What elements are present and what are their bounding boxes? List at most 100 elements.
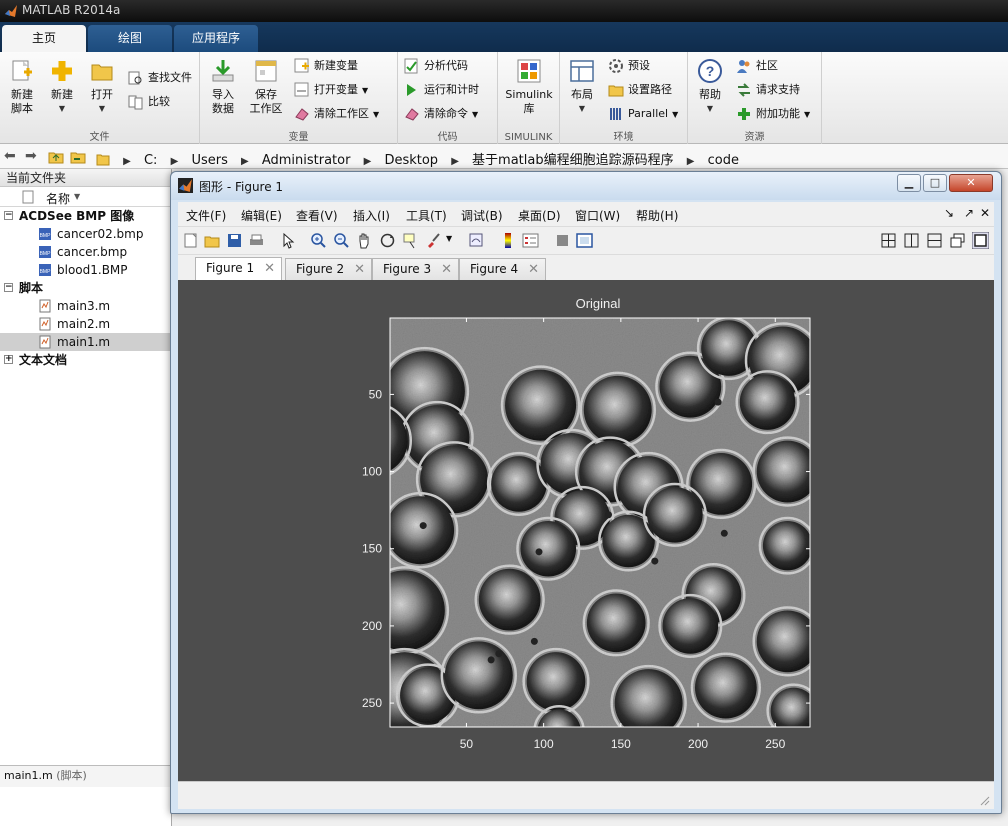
simulink-library-button[interactable]: Simulink 库 bbox=[504, 56, 554, 116]
breadcrumb-item[interactable]: Desktop bbox=[384, 153, 438, 168]
maximize-button[interactable]: □ bbox=[923, 174, 947, 192]
zoom-in-icon[interactable] bbox=[310, 232, 327, 249]
close-tab-icon[interactable]: ✕ bbox=[441, 259, 452, 280]
image-axes[interactable]: Original 50 100 150 200 250 50 100 150 200 250 bbox=[178, 280, 994, 781]
close-tab-icon[interactable]: ✕ bbox=[528, 259, 539, 280]
pointer-icon[interactable] bbox=[280, 232, 297, 249]
tile-columns-icon[interactable] bbox=[903, 232, 920, 249]
menu-file[interactable]: 文件(F) bbox=[186, 207, 226, 224]
file-row[interactable]: BMP cancer02.bmp bbox=[0, 225, 171, 243]
menu-help[interactable]: 帮助(H) bbox=[636, 207, 678, 224]
preferences-button[interactable]: 预设 bbox=[608, 56, 650, 76]
close-figure-icon[interactable]: ✕ bbox=[980, 206, 990, 220]
save-icon[interactable] bbox=[226, 232, 243, 249]
menu-tools[interactable]: 工具(T) bbox=[406, 207, 447, 224]
menu-debug[interactable]: 调试(B) bbox=[461, 207, 503, 224]
save-workspace-button[interactable]: 保存 工作区 bbox=[246, 56, 286, 116]
colorbar-icon[interactable] bbox=[500, 232, 517, 249]
hide-plot-tools-icon[interactable] bbox=[554, 232, 571, 249]
tab-figure-1[interactable]: Figure 1 ✕ bbox=[195, 257, 282, 281]
float-window-icon[interactable] bbox=[949, 232, 966, 249]
menu-edit[interactable]: 编辑(E) bbox=[241, 207, 282, 224]
tab-home[interactable]: 主页 bbox=[2, 25, 86, 52]
open-file-icon[interactable] bbox=[204, 232, 221, 249]
run-and-time-button[interactable]: 运行和计时 bbox=[404, 80, 479, 100]
expand-icon[interactable]: + bbox=[4, 355, 13, 364]
new-figure-icon[interactable] bbox=[182, 232, 199, 249]
compare-label: 比较 bbox=[148, 95, 170, 108]
tab-figure-2[interactable]: Figure 2 ✕ bbox=[285, 258, 372, 281]
collapse-icon[interactable]: − bbox=[4, 211, 13, 220]
import-data-button[interactable]: 导入 数据 bbox=[206, 56, 240, 116]
new-script-button[interactable]: 新建 脚本 bbox=[4, 56, 40, 116]
file-row[interactable]: main3.m bbox=[0, 297, 171, 315]
open-variable-button[interactable]: 打开变量 ▼ bbox=[294, 80, 368, 100]
resize-grip-icon[interactable] bbox=[978, 794, 990, 806]
breadcrumb-item[interactable]: 基于matlab编程细胞追踪源码程序 bbox=[472, 153, 674, 168]
compare-button[interactable]: 比较 bbox=[128, 92, 170, 112]
breadcrumb-item[interactable]: Administrator bbox=[262, 153, 351, 168]
collapse-icon[interactable]: − bbox=[4, 283, 13, 292]
layout-button[interactable]: 布局 ▼ bbox=[566, 56, 598, 116]
clear-commands-button[interactable]: 清除命令 ▼ bbox=[404, 104, 478, 124]
open-button[interactable]: 打开 ▼ bbox=[84, 56, 120, 116]
pan-hand-icon[interactable] bbox=[356, 232, 373, 249]
file-row-selected[interactable]: main1.m bbox=[0, 333, 171, 351]
figure-title-bar[interactable]: 图形 - Figure 1 ▁ □ ✕ bbox=[171, 172, 1001, 200]
details-file-name: main1.m bbox=[4, 769, 53, 782]
tab-apps[interactable]: 应用程序 bbox=[174, 25, 258, 52]
menu-window[interactable]: 窗口(W) bbox=[575, 207, 620, 224]
tile-grid-icon[interactable] bbox=[880, 232, 897, 249]
breadcrumb-item[interactable]: C: bbox=[144, 153, 157, 168]
group-row-scripts[interactable]: − 脚本 bbox=[0, 279, 171, 297]
zoom-out-icon[interactable] bbox=[333, 232, 350, 249]
forward-arrow-icon[interactable]: ➡ bbox=[25, 148, 37, 164]
show-plot-tools-icon[interactable] bbox=[576, 232, 593, 249]
brush-icon[interactable] bbox=[425, 232, 442, 249]
browse-folder-icon[interactable] bbox=[70, 149, 86, 165]
maximize-figure-icon[interactable] bbox=[972, 232, 989, 249]
breadcrumb[interactable]: ▶ C: ▶ Users ▶ Administrator ▶ Desktop ▶… bbox=[96, 149, 739, 168]
tab-figure-4[interactable]: Figure 4 ✕ bbox=[459, 258, 546, 281]
legend-icon[interactable] bbox=[522, 232, 539, 249]
tab-plots[interactable]: 绘图 bbox=[88, 25, 172, 52]
up-folder-icon[interactable] bbox=[48, 149, 64, 165]
data-cursor-icon[interactable] bbox=[402, 232, 419, 249]
breadcrumb-item[interactable]: code bbox=[708, 153, 739, 168]
tile-rows-icon[interactable] bbox=[926, 232, 943, 249]
tab-figure-3[interactable]: Figure 3 ✕ bbox=[372, 258, 459, 281]
help-button[interactable]: ? 帮助 ▼ bbox=[694, 56, 726, 116]
eraser-icon bbox=[404, 106, 420, 122]
breadcrumb-item[interactable]: Users bbox=[191, 153, 227, 168]
file-row[interactable]: main2.m bbox=[0, 315, 171, 333]
close-button[interactable]: ✕ bbox=[949, 174, 993, 192]
menu-desktop[interactable]: 桌面(D) bbox=[518, 207, 561, 224]
back-arrow-icon[interactable]: ⬅ bbox=[4, 148, 16, 164]
dock-arrow-icon[interactable]: ↘ bbox=[944, 206, 954, 220]
file-row[interactable]: BMP cancer.bmp bbox=[0, 243, 171, 261]
menu-view[interactable]: 查看(V) bbox=[296, 207, 338, 224]
link-plot-icon[interactable] bbox=[468, 232, 485, 249]
group-row-text[interactable]: + 文本文档 bbox=[0, 351, 171, 369]
file-row[interactable]: BMP blood1.BMP bbox=[0, 261, 171, 279]
community-button[interactable]: 社区 bbox=[736, 56, 778, 76]
new-variable-button[interactable]: 新建变量 bbox=[294, 56, 358, 76]
parallel-button[interactable]: Parallel ▼ bbox=[608, 104, 678, 124]
clear-workspace-button[interactable]: 清除工作区 ▼ bbox=[294, 104, 379, 124]
add-ons-button[interactable]: 附加功能 ▼ bbox=[736, 104, 810, 124]
group-row-bmp[interactable]: − ACDSee BMP 图像 bbox=[0, 207, 171, 225]
set-path-button[interactable]: 设置路径 bbox=[608, 80, 672, 100]
rotate-3d-icon[interactable] bbox=[379, 232, 396, 249]
close-tab-icon[interactable]: ✕ bbox=[264, 258, 275, 279]
request-support-button[interactable]: 请求支持 bbox=[736, 80, 800, 100]
analyze-code-button[interactable]: 分析代码 bbox=[404, 56, 468, 76]
close-tab-icon[interactable]: ✕ bbox=[354, 259, 365, 280]
minimize-button[interactable]: ▁ bbox=[897, 174, 921, 192]
find-files-button[interactable]: 查找文件 bbox=[128, 68, 192, 88]
print-icon[interactable] bbox=[248, 232, 265, 249]
new-button[interactable]: 新建 ▼ bbox=[44, 56, 80, 116]
brush-dropdown-icon[interactable]: ▼ bbox=[446, 234, 452, 243]
menu-insert[interactable]: 插入(I) bbox=[353, 207, 390, 224]
column-header[interactable]: 名称 ▼ bbox=[0, 187, 171, 207]
undock-arrow-icon[interactable]: ↗ bbox=[964, 206, 974, 220]
